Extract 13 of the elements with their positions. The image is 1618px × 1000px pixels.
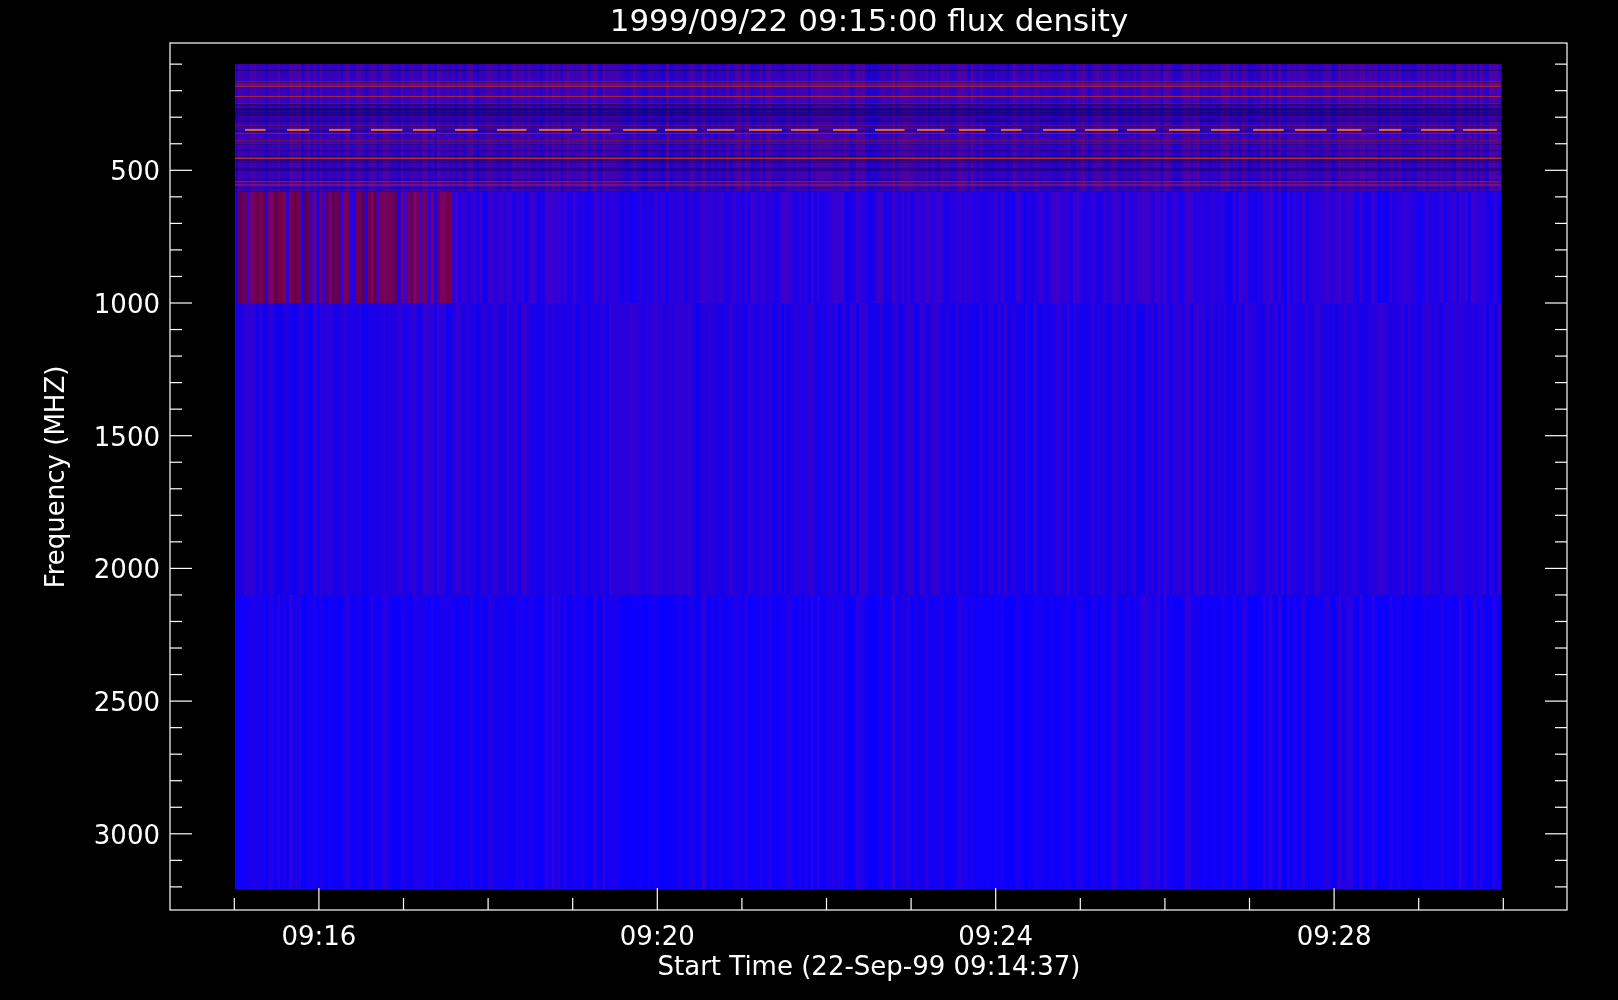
tick-label: 2000 [93, 554, 160, 585]
tick-label: 09:24 [958, 921, 1034, 951]
tick-label: 2500 [93, 687, 160, 718]
tick-label: 09:28 [1296, 921, 1372, 951]
tick-label: 500 [110, 156, 160, 187]
tick-label: 09:20 [619, 921, 695, 951]
tick-label: 1500 [93, 421, 160, 452]
tick-label: 3000 [93, 819, 160, 850]
axis-label: Frequency (MHZ) [40, 365, 70, 589]
tick-label: 1000 [93, 289, 160, 319]
axis-label: Start Time (22-Sep-99 09:14:37) [657, 951, 1081, 981]
chart-title: 1999/09/22 09:15:00 flux density [609, 2, 1129, 38]
tick-label: 09:16 [281, 921, 357, 951]
